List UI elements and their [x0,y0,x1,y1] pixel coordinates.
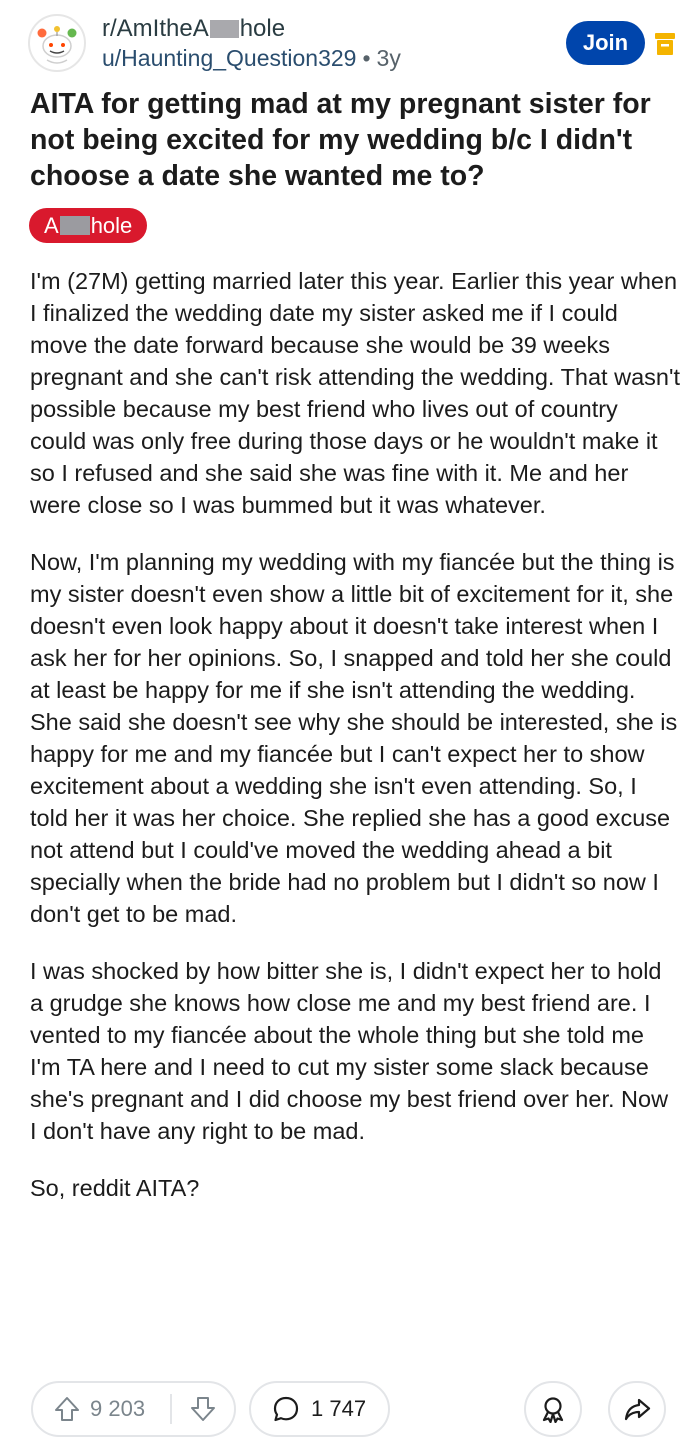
post-title[interactable]: AITA for getting mad at my pregnant sist… [30,86,680,194]
comment-count: 1 747 [311,1396,367,1421]
body-paragraph: Now, I'm planning my wedding with my fia… [30,549,678,927]
post-age: 3y [376,45,401,71]
flair-prefix: A [44,213,59,238]
award-button[interactable] [524,1381,582,1437]
vote-divider [170,1394,172,1424]
redaction-block [209,20,239,38]
share-icon [624,1398,651,1421]
subreddit-prefix: r/AmItheA [102,15,209,42]
body-paragraph: I'm (27M) getting married later this yea… [30,268,680,518]
post-header: r/AmItheA hole u/Haunting_Question329 • 3y … [0,0,700,85]
subreddit-name[interactable]: r/AmItheA hole [102,16,401,42]
post-meta: r/AmItheA hole u/Haunting_Question329 • 3y [102,16,401,72]
author-line: u/Haunting_Question329 • 3y [102,44,401,72]
share-button[interactable] [608,1381,666,1437]
flair-redaction-block [59,216,90,235]
post-flair[interactable]: Ahole [29,208,148,243]
arrow-down-icon[interactable] [188,1394,218,1424]
subreddit-suffix: hole [239,15,286,42]
award-icon [542,1397,564,1423]
flair-suffix: hole [90,213,133,238]
snoo-avatar-icon[interactable] [28,14,86,72]
archive-icon [654,31,676,57]
arrow-up-icon[interactable] [52,1394,82,1424]
vote-control: 9 203 [31,1381,236,1437]
meta-separator: • [362,45,371,71]
comments-button[interactable]: 1 747 [249,1381,390,1437]
post-action-bar: 9 203 1 747 [0,1381,700,1439]
body-paragraph: So, reddit AITA? [30,1175,200,1201]
post-body: I'm (27M) getting married later this yea… [30,265,680,1204]
body-paragraph: I was shocked by how bitter she is, I di… [30,958,669,1144]
author-username[interactable]: u/Haunting_Question329 [102,45,356,71]
join-button[interactable]: Join [566,21,645,65]
upvote-count: 9 203 [90,1396,146,1421]
comment-bubble-icon [273,1396,299,1422]
